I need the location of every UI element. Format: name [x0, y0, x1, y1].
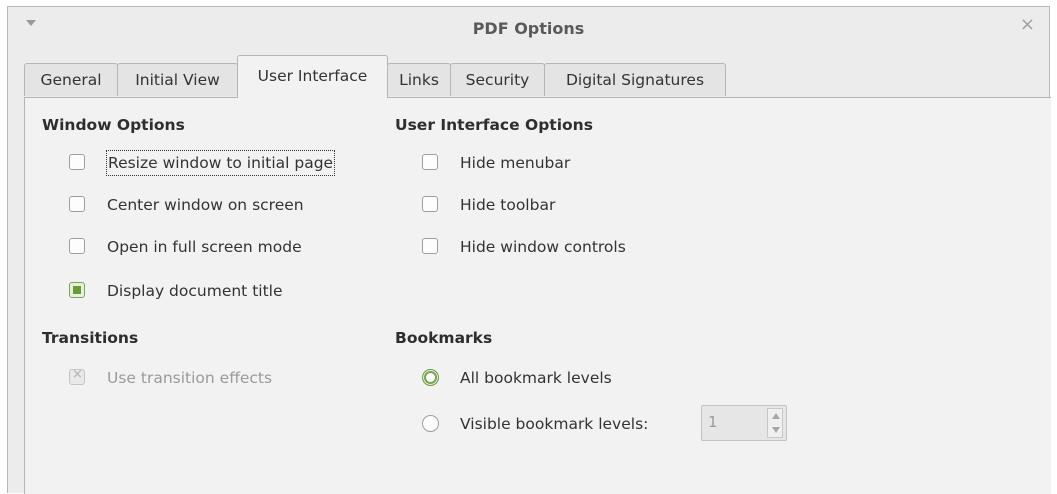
option-label: Display document title: [107, 282, 283, 300]
checkbox[interactable]: [69, 282, 85, 298]
close-icon[interactable]: ×: [1020, 16, 1035, 34]
spinner-buttons: [767, 408, 783, 438]
checkbox[interactable]: [422, 154, 438, 170]
title-bar: PDF Options ×: [8, 7, 1049, 49]
pdf-options-dialog: PDF Options × General Initial View User …: [7, 6, 1051, 494]
option-label: Visible bookmark levels:: [460, 415, 649, 433]
checkbox[interactable]: [422, 196, 438, 212]
ui-options-heading: User Interface Options: [395, 116, 593, 134]
transitions-heading: Transitions: [42, 329, 139, 347]
option-label: All bookmark levels: [460, 369, 612, 387]
checkbox[interactable]: [69, 154, 85, 170]
tab-user-interface[interactable]: User Interface: [237, 55, 388, 98]
option-label: Hide toolbar: [460, 196, 556, 214]
radio-button[interactable]: [422, 415, 439, 432]
checkbox[interactable]: [69, 196, 85, 212]
bookmarks-heading: Bookmarks: [395, 329, 493, 347]
spinner-up-icon: [772, 413, 780, 419]
option-label: Resize window to initial page: [105, 150, 336, 176]
bookmark-levels-value: 1: [708, 413, 718, 431]
radio-button[interactable]: [422, 369, 439, 386]
option-label: Open in full screen mode: [107, 238, 302, 256]
option-label: Hide menubar: [460, 154, 571, 172]
option-label: Use transition effects: [107, 369, 273, 387]
tab-links[interactable]: Links: [387, 63, 451, 96]
tab-initial-view[interactable]: Initial View: [117, 63, 238, 96]
tab-security[interactable]: Security: [450, 63, 545, 96]
bookmark-levels-spinner: 1: [701, 405, 787, 441]
user-interface-panel: Window Options Resize window to initial …: [24, 97, 1051, 494]
checkbox: [69, 367, 85, 385]
dialog-title: PDF Options: [472, 19, 585, 38]
spinner-down-icon: [772, 427, 780, 433]
option-label: Center window on screen: [107, 196, 304, 214]
tab-general[interactable]: General: [24, 63, 118, 96]
tab-digital-signatures[interactable]: Digital Signatures: [544, 63, 726, 96]
checkbox[interactable]: [422, 238, 438, 254]
checkbox[interactable]: [69, 238, 85, 254]
option-label: Hide window controls: [460, 238, 626, 256]
window-options-heading: Window Options: [42, 116, 185, 134]
